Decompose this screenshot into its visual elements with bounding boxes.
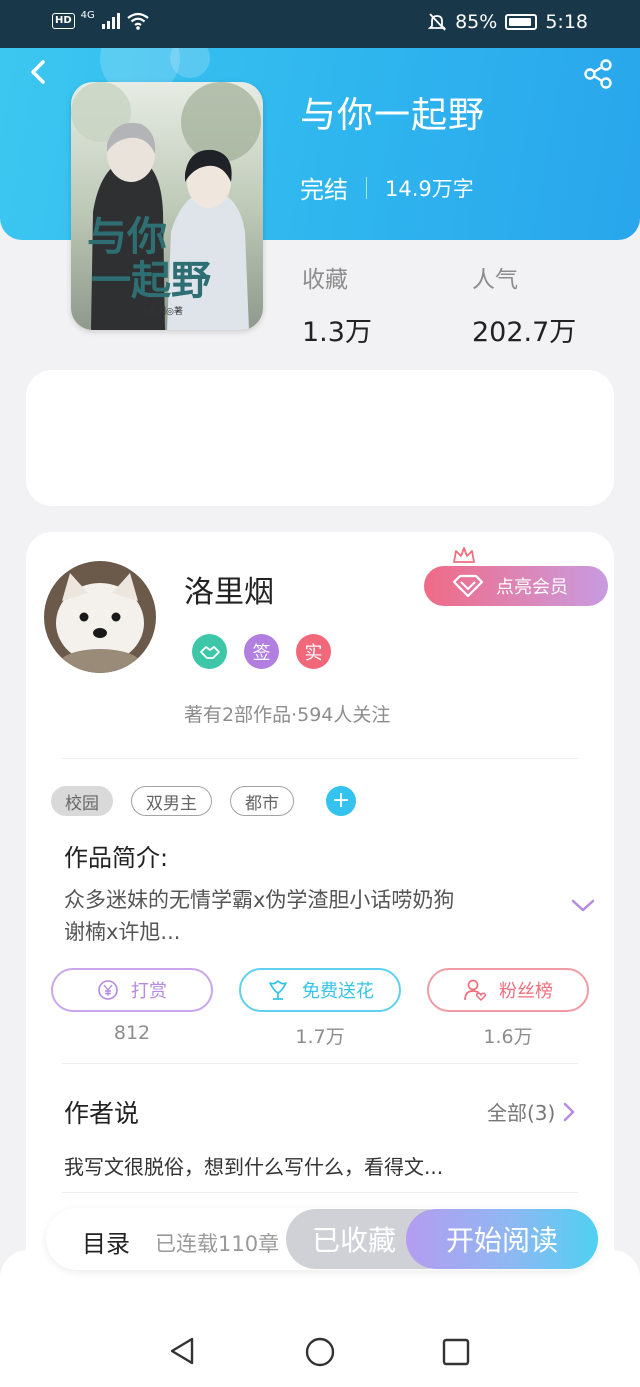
stat-value: 202.7万 xyxy=(472,317,577,348)
intro-title: 作品简介: xyxy=(64,844,169,872)
reward-label: 打赏 xyxy=(131,981,167,1002)
serial-info: 已连载110章 xyxy=(155,1232,280,1256)
divider xyxy=(62,1063,578,1064)
tag-campus[interactable]: 校园 xyxy=(51,786,113,816)
back-icon[interactable] xyxy=(24,58,52,86)
stat-label: 人气 xyxy=(472,267,518,293)
flower-label: 免费送花 xyxy=(302,981,374,1002)
start-reading-button[interactable]: 开始阅读 xyxy=(406,1209,598,1269)
view-all-label: 全部(3) xyxy=(487,1101,556,1125)
flower-count: 1.7万 xyxy=(295,1026,345,1048)
meta-divider xyxy=(366,176,367,199)
crown-icon xyxy=(453,547,475,563)
send-flower-button[interactable]: 免费送花 xyxy=(239,968,401,1012)
user-heart-icon xyxy=(464,979,487,1002)
author-works-info: 著有2部作品·594人关注 xyxy=(184,704,391,726)
fan-rank-button[interactable]: 粉丝榜 xyxy=(427,968,589,1012)
fan-rank-label: 粉丝榜 xyxy=(499,981,553,1002)
system-nav-bar xyxy=(0,1312,640,1387)
tag-bl[interactable]: 双男主 xyxy=(131,786,212,816)
intro-line: 谢楠x许旭... xyxy=(64,920,181,944)
divider xyxy=(62,758,578,759)
battery-percent: 85% xyxy=(455,11,498,33)
intro-text[interactable]: 众多迷妹的无情学霸x伪学渣胆小话唠奶狗 谢楠x许旭... xyxy=(64,884,544,948)
book-meta: 完结 14.9万字 xyxy=(300,170,474,205)
status-right: 85% 5:18 xyxy=(427,11,588,33)
stat-popularity: 人气 202.7万 xyxy=(472,260,576,349)
book-cover[interactable]: 与你 一起野 洛里烟◎著 xyxy=(71,82,263,330)
nav-back-icon[interactable] xyxy=(168,1336,196,1366)
dog-avatar-image xyxy=(44,561,156,673)
avatar[interactable] xyxy=(44,561,156,673)
intro-line: 众多迷妹的无情学霸x伪学渣胆小话唠奶狗 xyxy=(64,888,455,912)
cover-author: 洛里烟◎著 xyxy=(139,305,183,317)
reward-count: 812 xyxy=(113,1022,151,1044)
signal-icon xyxy=(101,13,120,29)
vip-button-label: 点亮会员 xyxy=(496,577,568,598)
clock: 5:18 xyxy=(545,11,588,33)
stat-collect: 收藏 1.3万 xyxy=(302,260,372,349)
yuan-icon xyxy=(98,980,118,1000)
chevron-down-icon[interactable] xyxy=(570,898,596,914)
cover-illustration: 与你 一起野 洛里烟◎著 xyxy=(71,82,263,330)
diamond-icon xyxy=(452,574,484,598)
add-tag-button[interactable]: + xyxy=(326,786,356,816)
divider xyxy=(62,1192,578,1193)
status-left: HD 4G xyxy=(52,9,149,30)
toc-button[interactable]: 目录 xyxy=(82,1224,130,1259)
start-reading-label: 开始阅读 xyxy=(445,1224,558,1257)
author-card: 洛里烟 签 实 著有2部作品·594人关注 点亮会员 校园 双男主 都市 + 作… xyxy=(26,532,614,1292)
fan-rank-count: 1.6万 xyxy=(483,1026,533,1048)
hd-badge: HD xyxy=(52,13,75,29)
network-label: 4G xyxy=(80,9,95,21)
handshake-icon[interactable] xyxy=(192,634,227,669)
flower-icon xyxy=(269,980,287,1000)
verified-badge[interactable]: 实 xyxy=(296,634,331,669)
view-all-link[interactable]: 全部(3) xyxy=(487,1097,576,1126)
status-bar: HD 4G 85% 5:18 xyxy=(0,0,640,48)
tag-urban[interactable]: 都市 xyxy=(230,786,294,816)
share-icon[interactable] xyxy=(582,58,614,90)
battery-icon xyxy=(505,14,538,30)
cover-title-line1: 与你 xyxy=(87,213,167,260)
collected-label: 已收藏 xyxy=(312,1224,397,1257)
cover-title-line2: 一起野 xyxy=(91,257,211,304)
book-title: 与你一起野 xyxy=(300,95,486,136)
author-says-text[interactable]: 我写文很脱俗，想到什么写什么，看得文... xyxy=(64,1151,443,1180)
wifi-icon xyxy=(127,12,149,30)
tag-list: 校园 双男主 都市 + xyxy=(51,786,356,816)
signed-badge[interactable]: 签 xyxy=(244,634,279,669)
stat-label: 收藏 xyxy=(302,267,348,293)
nav-home-icon[interactable] xyxy=(304,1336,336,1368)
reward-button[interactable]: 打赏 xyxy=(51,968,213,1012)
nav-recent-icon[interactable] xyxy=(442,1338,470,1366)
blank-card xyxy=(26,370,614,506)
stat-value: 1.3万 xyxy=(302,317,372,348)
bell-muted-icon xyxy=(427,13,447,31)
word-count: 14.9万字 xyxy=(385,176,474,201)
author-badges: 签 实 xyxy=(192,634,331,669)
author-name[interactable]: 洛里烟 xyxy=(184,567,274,611)
author-says-title: 作者说 xyxy=(64,1099,140,1128)
book-status: 完结 xyxy=(300,176,348,204)
chevron-right-icon xyxy=(564,1102,576,1121)
